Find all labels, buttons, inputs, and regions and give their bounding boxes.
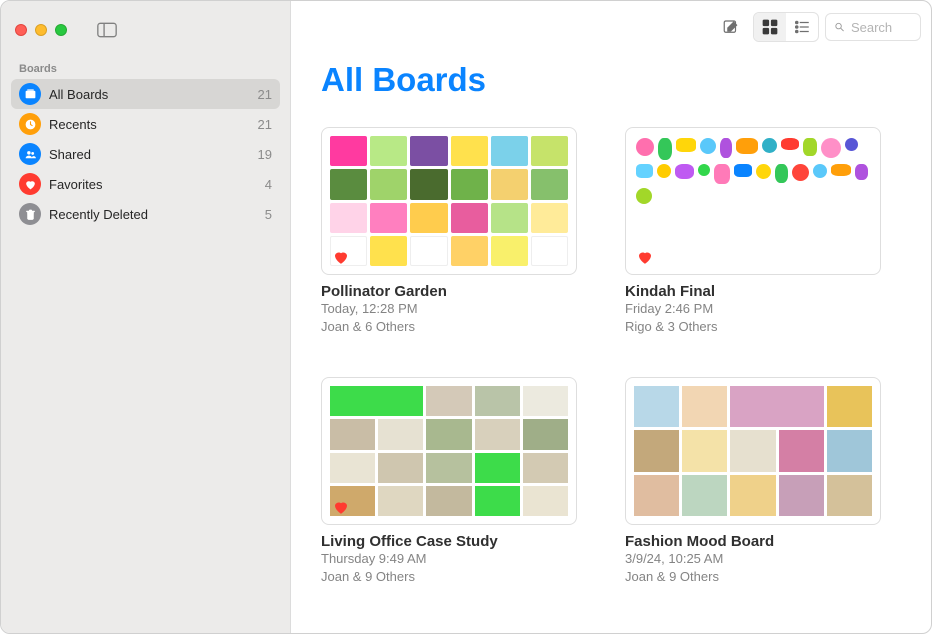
board-participants: Joan & 9 Others: [625, 568, 881, 586]
board-thumbnail: [625, 127, 881, 275]
grid-icon: [761, 18, 779, 36]
board-thumbnail: [321, 127, 577, 275]
board-thumbnail: [625, 377, 881, 525]
sidebar-nav: All Boards 21 Recents 21 Shared 19: [1, 79, 290, 229]
main-area: All Boards Pol: [291, 1, 931, 633]
board-title: Fashion Mood Board: [625, 533, 881, 550]
sidebar-item-all-boards[interactable]: All Boards 21: [11, 79, 280, 109]
search-field[interactable]: [825, 13, 921, 41]
board-card[interactable]: Living Office Case Study Thursday 9:49 A…: [321, 377, 577, 585]
thumbnail-art: [330, 136, 568, 266]
people-icon: [19, 143, 41, 165]
compose-icon: [722, 18, 740, 36]
toolbar: [291, 1, 931, 53]
boards-grid: Pollinator Garden Today, 12:28 PM Joan &…: [321, 127, 901, 585]
sidebar-icon: [97, 22, 117, 38]
thumbnail-art: [330, 386, 568, 516]
view-switcher: [753, 12, 819, 42]
favorite-badge-icon: [332, 248, 350, 266]
thumbnail-art: [634, 386, 872, 516]
board-card[interactable]: Fashion Mood Board 3/9/24, 10:25 AM Joan…: [625, 377, 881, 585]
favorite-badge-icon: [332, 498, 350, 516]
sidebar: Boards All Boards 21 Recents 21: [1, 1, 291, 633]
sidebar-item-count: 21: [258, 117, 272, 132]
titlebar: [1, 7, 290, 53]
board-card[interactable]: Kindah Final Friday 2:46 PM Rigo & 3 Oth…: [625, 127, 881, 335]
board-timestamp: Thursday 9:49 AM: [321, 550, 577, 568]
new-board-button[interactable]: [715, 13, 747, 41]
sidebar-section-header: Boards: [1, 53, 290, 79]
search-input[interactable]: [851, 20, 912, 35]
board-participants: Joan & 9 Others: [321, 568, 577, 586]
list-view-button[interactable]: [786, 13, 818, 41]
board-title: Living Office Case Study: [321, 533, 577, 550]
list-icon: [793, 18, 811, 36]
sidebar-item-recents[interactable]: Recents 21: [11, 109, 280, 139]
window-controls: [15, 24, 67, 36]
favorite-badge-icon: [636, 248, 654, 266]
app-window: Boards All Boards 21 Recents 21: [0, 0, 932, 634]
board-participants: Joan & 6 Others: [321, 318, 577, 336]
sidebar-item-label: Shared: [49, 147, 91, 162]
board-thumbnail: [321, 377, 577, 525]
sidebar-item-shared[interactable]: Shared 19: [11, 139, 280, 169]
sidebar-item-label: Favorites: [49, 177, 102, 192]
board-timestamp: Today, 12:28 PM: [321, 300, 577, 318]
sidebar-item-count: 5: [265, 207, 272, 222]
toggle-sidebar-button[interactable]: [91, 17, 123, 43]
content-scroll[interactable]: All Boards Pol: [291, 53, 931, 633]
board-timestamp: 3/9/24, 10:25 AM: [625, 550, 881, 568]
board-title: Kindah Final: [625, 283, 881, 300]
sidebar-item-label: Recents: [49, 117, 97, 132]
sidebar-item-label: Recently Deleted: [49, 207, 148, 222]
search-icon: [834, 20, 845, 34]
thumbnail-art: [632, 134, 874, 268]
sidebar-item-count: 19: [258, 147, 272, 162]
board-participants: Rigo & 3 Others: [625, 318, 881, 336]
sidebar-item-count: 21: [258, 87, 272, 102]
trash-icon: [19, 203, 41, 225]
sidebar-item-favorites[interactable]: Favorites 4: [11, 169, 280, 199]
sidebar-item-label: All Boards: [49, 87, 108, 102]
sidebar-item-count: 4: [265, 177, 272, 192]
board-title: Pollinator Garden: [321, 283, 577, 300]
grid-view-button[interactable]: [754, 13, 786, 41]
board-timestamp: Friday 2:46 PM: [625, 300, 881, 318]
board-card[interactable]: Pollinator Garden Today, 12:28 PM Joan &…: [321, 127, 577, 335]
sidebar-item-recently-deleted[interactable]: Recently Deleted 5: [11, 199, 280, 229]
clock-icon: [19, 113, 41, 135]
heart-icon: [19, 173, 41, 195]
page-title: All Boards: [321, 61, 901, 99]
close-window-button[interactable]: [15, 24, 27, 36]
zoom-window-button[interactable]: [55, 24, 67, 36]
boards-icon: [19, 83, 41, 105]
minimize-window-button[interactable]: [35, 24, 47, 36]
